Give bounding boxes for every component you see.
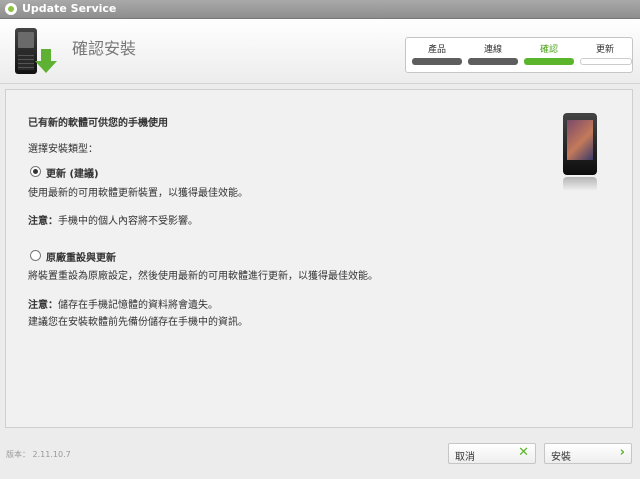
step-bar	[468, 58, 518, 65]
select-type-label: 選擇安裝類型：	[28, 144, 98, 155]
option-reset-note2: 建議您在安裝軟體前先備份儲存在手機中的資訊。	[28, 317, 248, 328]
step-bar	[524, 58, 574, 65]
app-logo-icon	[5, 3, 17, 15]
content-heading: 已有新的軟體可供您的手機使用	[28, 118, 168, 129]
step-product: 產品	[412, 38, 462, 72]
option-reset-note: 注意：儲存在手機記憶體的資料將會遺失。	[28, 296, 218, 311]
page-title: 確認安裝	[72, 39, 137, 58]
step-label: 連線	[483, 45, 502, 55]
radio-factory-reset[interactable]	[30, 250, 41, 261]
version-label: 版本： 2.11.10.7	[6, 450, 71, 459]
install-button-label: 安裝	[551, 452, 571, 463]
option-reset-label[interactable]: 原廠重設與更新	[46, 249, 116, 264]
phone-image	[563, 113, 597, 191]
step-update: 更新	[580, 38, 632, 72]
note-prefix: 注意：	[28, 300, 58, 311]
option-reset-desc: 將裝置重設為原廠設定，然後使用最新的可用軟體進行更新，以獲得最佳效能。	[28, 271, 378, 282]
step-connect: 連線	[468, 38, 518, 72]
note-text: 手機中的個人內容將不受影響。	[58, 216, 198, 227]
phone-icon	[15, 28, 37, 74]
chevron-right-icon: ›	[619, 445, 625, 460]
install-button[interactable]: 安裝 ›	[544, 443, 632, 464]
progress-stepper: 產品 連線 確認 更新	[405, 37, 633, 73]
step-label: 產品	[427, 45, 446, 55]
option-update-note: 注意：手機中的個人內容將不受影響。	[28, 212, 198, 227]
x-icon: ✕	[518, 445, 529, 460]
window-title: Update Service	[22, 2, 117, 15]
window-titlebar: Update Service	[0, 0, 640, 19]
option-update-desc: 使用最新的可用軟體更新裝置，以獲得最佳效能。	[28, 188, 248, 199]
step-bar	[580, 58, 632, 65]
step-confirm: 確認	[524, 38, 574, 72]
step-label: 更新	[595, 45, 614, 55]
note-text: 儲存在手機記憶體的資料將會遺失。	[58, 300, 218, 311]
note-prefix: 注意：	[28, 216, 58, 227]
radio-update[interactable]	[30, 166, 41, 177]
cancel-button[interactable]: 取消 ✕	[448, 443, 536, 464]
cancel-button-label: 取消	[455, 452, 475, 463]
step-bar	[412, 58, 462, 65]
step-label: 確認	[539, 45, 558, 55]
option-update-label[interactable]: 更新 (建議)	[46, 165, 99, 180]
